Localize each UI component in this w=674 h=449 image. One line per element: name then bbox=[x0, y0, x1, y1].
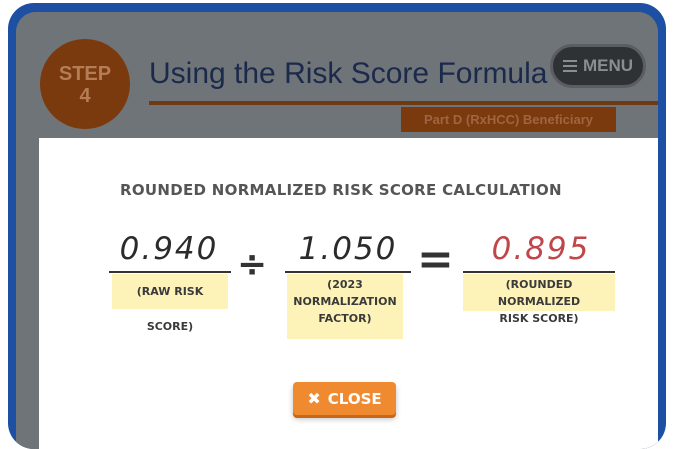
equals-icon: = bbox=[417, 234, 454, 285]
slide-title: Using the Risk Score Formula bbox=[149, 57, 548, 90]
menu-label: MENU bbox=[582, 56, 634, 75]
result-fraction-line bbox=[463, 271, 615, 273]
close-x-icon: ✖ bbox=[307, 389, 321, 408]
raw-fraction-line bbox=[109, 271, 231, 273]
calculation-modal: ROUNDED NORMALIZED RISK SCORE CALCULATIO… bbox=[39, 138, 658, 449]
close-label: CLOSE bbox=[327, 389, 382, 408]
divide-icon: ÷ bbox=[237, 244, 268, 285]
part-tag: Part D (RxHCC) Beneficiary bbox=[401, 107, 616, 132]
raw-risk-score-label: (RAW RISK SCORE) bbox=[112, 274, 228, 333]
lesson-screen: STEP 4 Using the Risk Score Formula Part… bbox=[16, 12, 658, 449]
menu-button[interactable]: MENU bbox=[550, 44, 646, 88]
result-label-line-2: RISK SCORE) bbox=[499, 312, 579, 325]
factor-label-line-2: NORMALIZATION bbox=[293, 295, 397, 308]
factor-label-line-1: (2023 bbox=[327, 278, 363, 291]
normalization-factor-value: 1.050 bbox=[298, 231, 398, 267]
window-frame: STEP 4 Using the Risk Score Formula Part… bbox=[8, 3, 666, 449]
result-label-line-1: (ROUNDED NORMALIZED bbox=[497, 278, 581, 308]
close-button[interactable]: ✖ CLOSE bbox=[293, 382, 396, 415]
title-divider bbox=[149, 101, 658, 105]
modal-heading: ROUNDED NORMALIZED RISK SCORE CALCULATIO… bbox=[120, 181, 562, 199]
step-number: 4 bbox=[79, 85, 91, 107]
step-badge: STEP 4 bbox=[40, 39, 130, 129]
factor-fraction-line bbox=[285, 271, 411, 273]
step-label: STEP bbox=[58, 63, 112, 85]
rounded-normalized-score-label: (ROUNDED NORMALIZED RISK SCORE) bbox=[463, 274, 615, 325]
normalization-factor-label: (2023 NORMALIZATION FACTOR) bbox=[287, 274, 403, 339]
raw-risk-score-value: 0.940 bbox=[119, 231, 219, 267]
factor-label-line-3: FACTOR) bbox=[318, 312, 372, 325]
rounded-normalized-score-value: 0.895 bbox=[491, 231, 591, 267]
list-icon bbox=[562, 59, 577, 73]
